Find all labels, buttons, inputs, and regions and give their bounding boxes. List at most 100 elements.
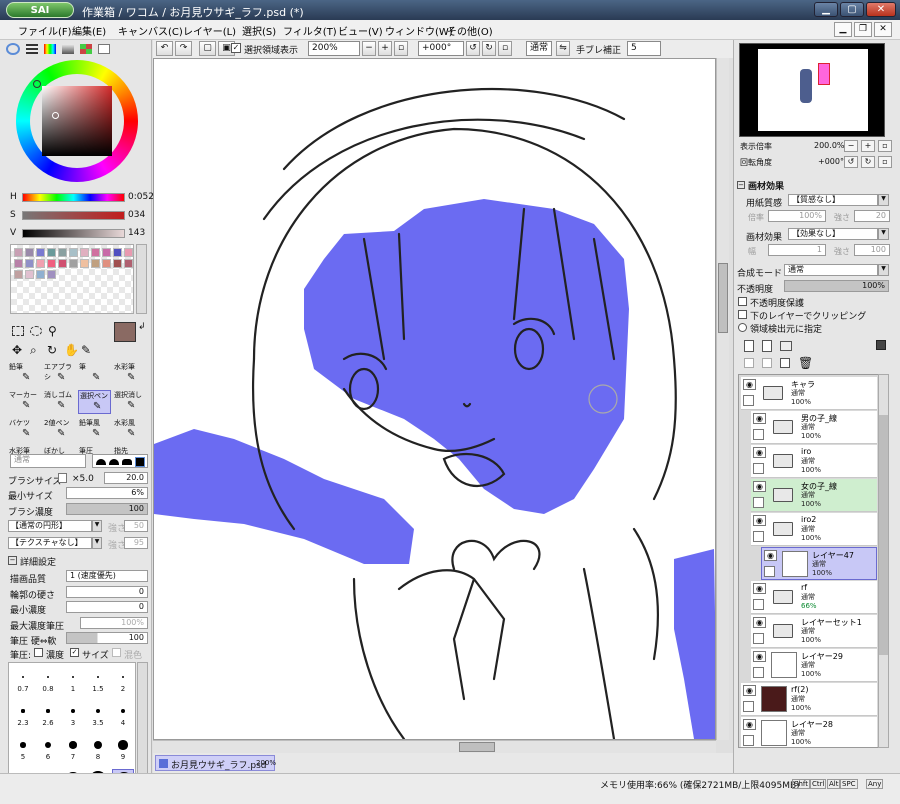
max-pressure-value[interactable]: 100% <box>80 617 148 629</box>
layer-row[interactable]: ◉ rf 通常 66% <box>751 581 877 614</box>
palette-swatch[interactable] <box>36 259 45 268</box>
palette-swatch[interactable] <box>47 248 56 257</box>
palette-swatch[interactable] <box>69 248 78 257</box>
zoom-out-button[interactable]: − <box>362 41 376 56</box>
layer-select-checkbox[interactable] <box>743 395 754 406</box>
palette-swatch[interactable] <box>58 259 67 268</box>
palette-swatch[interactable] <box>80 259 89 268</box>
hsv-slider-mode-icon[interactable] <box>44 44 56 54</box>
hand-icon[interactable]: ✋ <box>64 343 79 357</box>
new-layer-icon[interactable] <box>744 340 754 352</box>
brush-size-preset[interactable]: 1 <box>62 667 84 693</box>
edge-medium-icon[interactable] <box>109 459 119 465</box>
tool-6[interactable]: 消しゴム ✎ <box>43 390 76 414</box>
color-wheel-mode-icon[interactable] <box>6 43 20 55</box>
intermediate-color-icon[interactable] <box>62 44 74 54</box>
layer-select-checkbox[interactable] <box>743 735 754 746</box>
tool-2[interactable]: エアブラシ ✎ <box>43 362 76 386</box>
nav-zoom-in-button[interactable]: + <box>861 140 875 152</box>
brush-size-preset[interactable]: 2.3 <box>12 701 34 727</box>
visibility-eye-icon[interactable]: ◉ <box>743 719 756 730</box>
palette-swatch[interactable] <box>36 270 45 279</box>
magic-wand-icon[interactable]: ⚲ <box>48 324 57 338</box>
clipping-checkbox[interactable] <box>738 310 747 319</box>
visibility-eye-icon[interactable]: ◉ <box>753 583 766 594</box>
rgb-slider-mode-icon[interactable] <box>26 44 38 54</box>
navigator-preview[interactable] <box>739 43 885 137</box>
layer-select-checkbox[interactable] <box>753 497 764 508</box>
min-size-value[interactable]: 6% <box>66 487 148 499</box>
palette-swatch[interactable] <box>58 248 67 257</box>
brush-shape-dropdown-icon[interactable]: ▼ <box>92 520 102 532</box>
rect-select-icon[interactable] <box>12 326 24 336</box>
brush-edge-selector[interactable] <box>92 454 148 468</box>
new-linework-layer-icon[interactable] <box>762 340 772 352</box>
saturation-value-square[interactable] <box>42 86 112 156</box>
doc-restore-button[interactable]: ❐ <box>854 22 872 37</box>
swatch-palette[interactable] <box>10 244 134 314</box>
delete-layer-icon[interactable]: 🗑 <box>798 356 813 370</box>
layer-row[interactable]: ◉ レイヤー28 通常 100% <box>741 717 877 747</box>
zoom-select[interactable]: 200% <box>308 41 360 56</box>
visibility-eye-icon[interactable]: ◉ <box>743 685 756 696</box>
tool-10[interactable]: 2値ペン ✎ <box>43 418 76 442</box>
sv-cursor[interactable] <box>52 112 59 119</box>
min-density-value[interactable]: 0 <box>66 601 148 613</box>
details-collapse-icon[interactable]: − <box>8 556 17 565</box>
menu-other[interactable]: その他(O) <box>447 23 493 38</box>
menu-filter[interactable]: フィルタ(T) <box>283 23 337 38</box>
texture-dropdown-icon[interactable]: ▼ <box>92 537 102 549</box>
palette-swatch[interactable] <box>14 259 23 268</box>
layer-row[interactable]: ◉ レイヤーセット1 通常 100% <box>751 615 877 648</box>
horizontal-scroll-thumb[interactable] <box>459 742 495 752</box>
brush-size-value[interactable]: 20.0 <box>104 472 148 484</box>
h-slider[interactable] <box>22 193 125 202</box>
brush-size-preset[interactable]: 8 <box>87 735 109 761</box>
rotate-right-button[interactable]: ↻ <box>482 41 496 56</box>
tool-1[interactable]: 鉛筆 ✎ <box>8 362 41 386</box>
menu-layer[interactable]: レイヤー(L) <box>183 23 236 38</box>
selection-display-checkbox[interactable]: ✓ <box>231 43 241 53</box>
layer-row[interactable]: ◉ 男の子_線 通常 100% <box>751 411 877 444</box>
visibility-eye-icon[interactable]: ◉ <box>753 447 766 458</box>
palette-swatch[interactable] <box>113 259 122 268</box>
maximize-button[interactable]: ▢ <box>840 2 864 17</box>
brush-size-preset[interactable]: 0.7 <box>12 667 34 693</box>
layer-select-checkbox[interactable] <box>753 599 764 610</box>
brush-size-preset[interactable]: 3 <box>62 701 84 727</box>
visibility-eye-icon[interactable]: ◉ <box>753 481 766 492</box>
tool-4[interactable]: 水彩筆 ✎ <box>113 362 146 386</box>
lasso-icon[interactable] <box>30 326 42 336</box>
menu-select[interactable]: 選択(S) <box>242 23 276 38</box>
layer-select-checkbox[interactable] <box>753 667 764 678</box>
texture-strength-value[interactable]: 95 <box>124 537 148 549</box>
size-mult-icon[interactable] <box>58 473 67 483</box>
layer-row[interactable]: ◉ 女の子_線 通常 100% <box>751 479 877 512</box>
pressure-value[interactable]: 100 <box>66 632 148 644</box>
view-mode-select[interactable]: 通常 <box>526 41 552 56</box>
brush-size-preset[interactable]: 1.5 <box>87 667 109 693</box>
tool-8[interactable]: 選択消し ✎ <box>113 390 146 414</box>
canvas-vertical-scrollbar[interactable] <box>716 58 729 740</box>
paper-strength-value[interactable]: 20 <box>854 210 890 222</box>
layers-scroll-thumb[interactable] <box>879 415 888 655</box>
zoom-icon[interactable]: ⌕ <box>30 343 37 358</box>
document-tab[interactable]: お月見ウサギ_ラフ.psd 200% <box>155 755 276 771</box>
brush-shape-select[interactable]: 【通常の円形】 <box>8 520 92 532</box>
close-button[interactable]: ✕ <box>866 2 896 17</box>
visibility-eye-icon[interactable]: ◉ <box>743 379 756 390</box>
layer-row[interactable]: ◉ レイヤー47 通常 100% <box>761 547 877 580</box>
density-checkbox[interactable] <box>34 648 43 657</box>
palette-swatch[interactable] <box>102 248 111 257</box>
rotate-reset-button[interactable]: ▫ <box>498 41 512 56</box>
visibility-eye-icon[interactable]: ◉ <box>764 550 777 561</box>
layers-scrollbar[interactable] <box>878 374 889 748</box>
new-folder-icon[interactable] <box>780 341 792 351</box>
drawing-canvas[interactable] <box>153 58 716 740</box>
brush-size-preset[interactable]: 4 <box>112 701 134 727</box>
minimize-button[interactable]: ▁ <box>814 2 838 17</box>
palette-swatch[interactable] <box>91 248 100 257</box>
nav-rotate-right-button[interactable]: ↻ <box>861 156 875 168</box>
brush-size-preset[interactable]: 7 <box>62 735 84 761</box>
deselect-icon[interactable]: ▢ <box>199 41 216 56</box>
